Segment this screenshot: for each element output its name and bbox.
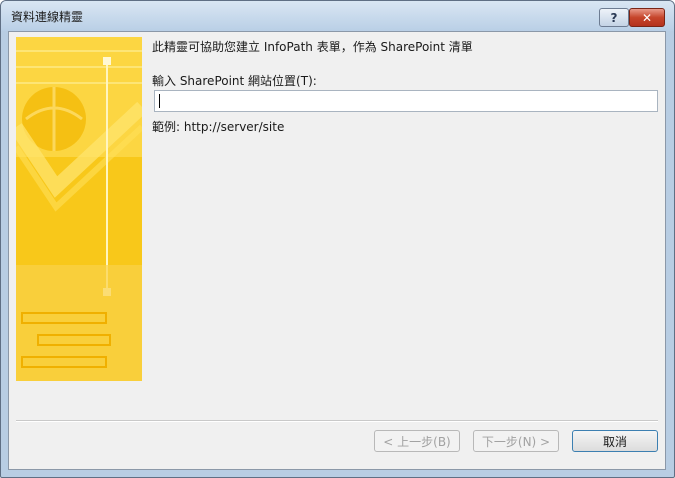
wizard-banner-art [16, 37, 142, 381]
back-button[interactable]: < 上一步(B) [374, 430, 460, 452]
window-title: 資料連線精靈 [11, 10, 84, 24]
wizard-heading: 此精靈可協助您建立 InfoPath 表單，作為 SharePoint 清單 [152, 40, 473, 54]
help-button[interactable]: ? [599, 8, 629, 27]
sharepoint-url-label: 輸入 SharePoint 網站位置(T): [152, 74, 317, 88]
close-button[interactable]: ✕ [629, 8, 665, 27]
button-separator [16, 420, 658, 422]
next-button[interactable]: 下一步(N) > [473, 430, 559, 452]
cancel-button[interactable]: 取消 [572, 430, 658, 452]
banner-graphic [16, 37, 142, 381]
title-bar: 資料連線精靈 ? ✕ [1, 1, 674, 31]
wizard-window: 資料連線精靈 ? ✕ 此精靈可協助您建立 InfoPath 表單，作為 Shar… [0, 0, 675, 478]
url-example-text: 範例: http://server/site [152, 120, 285, 134]
text-caret [159, 94, 160, 108]
close-icon: ✕ [641, 10, 653, 25]
sharepoint-url-input[interactable] [154, 90, 658, 112]
wizard-body: 此精靈可協助您建立 InfoPath 表單，作為 SharePoint 清單 輸… [8, 31, 666, 470]
help-icon: ? [610, 10, 618, 25]
